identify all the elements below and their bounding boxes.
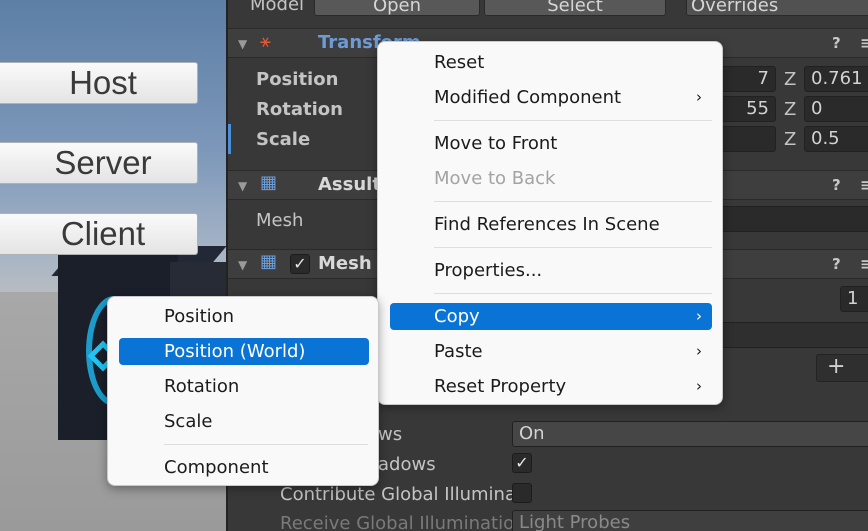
- override-indicator: [228, 124, 231, 154]
- menu-item-move-to-back: Move to Back: [434, 168, 556, 189]
- cast-shadows-dropdown[interactable]: On: [512, 421, 868, 447]
- menu-separator: [434, 201, 712, 202]
- menu-separator: [164, 444, 368, 445]
- position-z-label[interactable]: Z: [784, 69, 796, 90]
- contribute-gi-checkbox[interactable]: [512, 483, 532, 503]
- mesh-filter-title: Assult: [318, 174, 381, 195]
- materials-count-field[interactable]: 1: [840, 286, 868, 312]
- help-icon[interactable]: ?: [832, 34, 841, 52]
- position-z-field[interactable]: 0.761: [804, 66, 868, 92]
- scale-z-field[interactable]: 0.5: [804, 126, 868, 152]
- preset-icon[interactable]: ≡: [860, 255, 868, 273]
- menu-item-modified-component[interactable]: Modified Component ›: [390, 84, 712, 111]
- menu-item-properties[interactable]: Properties...: [390, 257, 712, 284]
- submenu-arrow-icon: ›: [696, 342, 702, 360]
- contribute-gi-label: Contribute Global Illumina: [280, 484, 516, 505]
- menu-separator: [434, 120, 712, 121]
- menu-item-reset[interactable]: Reset: [390, 49, 712, 76]
- submenu-item-component[interactable]: Component: [119, 454, 369, 481]
- model-row: Model Open Select Overrides: [228, 0, 868, 18]
- position-label: Position: [256, 69, 339, 90]
- rotation-z-label[interactable]: Z: [784, 99, 796, 120]
- client-button[interactable]: Client: [0, 213, 198, 255]
- enabled-checkbox[interactable]: ✓: [290, 254, 310, 274]
- submenu-item-position-world[interactable]: Position (World): [119, 338, 369, 365]
- rotation-label: Rotation: [256, 99, 343, 120]
- cast-shadows-label: ws: [378, 424, 403, 445]
- fold-arrow-icon[interactable]: ▼: [238, 258, 247, 272]
- mesh-grid-icon: ▦: [260, 172, 278, 193]
- add-element-button[interactable]: +: [827, 354, 845, 379]
- menu-item-paste[interactable]: Paste ›: [390, 338, 712, 365]
- fold-arrow-icon[interactable]: ▼: [238, 179, 247, 193]
- model-label: Model: [250, 0, 305, 15]
- menu-separator: [434, 247, 712, 248]
- mesh-renderer-icon: ▦: [260, 251, 278, 272]
- menu-item-reset-property[interactable]: Reset Property ›: [390, 373, 712, 400]
- scale-label: Scale: [256, 129, 311, 150]
- submenu-item-scale[interactable]: Scale: [119, 408, 369, 435]
- open-button[interactable]: Open: [314, 0, 480, 16]
- submenu-arrow-icon: ›: [696, 307, 702, 325]
- receive-gi-dropdown[interactable]: Light Probes: [512, 510, 868, 531]
- help-icon[interactable]: ?: [832, 255, 841, 273]
- receive-gi-label: Receive Global Illuminatio: [280, 513, 515, 531]
- host-button[interactable]: Host: [0, 62, 198, 104]
- menu-item-copy[interactable]: Copy ›: [390, 303, 712, 330]
- menu-item-find-references[interactable]: Find References In Scene: [390, 211, 712, 238]
- submenu-item-position[interactable]: Position: [119, 303, 369, 330]
- transform-axes-icon: ⚹: [260, 31, 271, 52]
- submenu-arrow-icon: ›: [696, 88, 702, 106]
- submenu-arrow-icon: ›: [696, 377, 702, 395]
- fold-arrow-icon[interactable]: ▼: [238, 37, 247, 51]
- receive-shadows-label: adows: [378, 454, 436, 475]
- select-button[interactable]: Select: [484, 0, 666, 16]
- copy-submenu: Position Position (World) Rotation Scale…: [107, 296, 379, 486]
- server-button[interactable]: Server: [0, 142, 198, 184]
- overrides-dropdown[interactable]: Overrides: [686, 0, 868, 16]
- mesh-label: Mesh: [256, 210, 304, 231]
- context-menu: Reset Modified Component › Move to Front…: [377, 41, 723, 405]
- list-footer: +: [816, 354, 868, 382]
- menu-separator: [434, 293, 712, 294]
- menu-item-move-to-front[interactable]: Move to Front: [390, 130, 712, 157]
- preset-icon[interactable]: ≡: [860, 34, 868, 52]
- help-icon[interactable]: ?: [832, 176, 841, 194]
- submenu-item-rotation[interactable]: Rotation: [119, 373, 369, 400]
- preset-icon[interactable]: ≡: [860, 176, 868, 194]
- scale-z-label[interactable]: Z: [784, 129, 796, 150]
- receive-shadows-checkbox[interactable]: ✓: [512, 453, 532, 473]
- rotation-z-field[interactable]: 0: [804, 96, 868, 122]
